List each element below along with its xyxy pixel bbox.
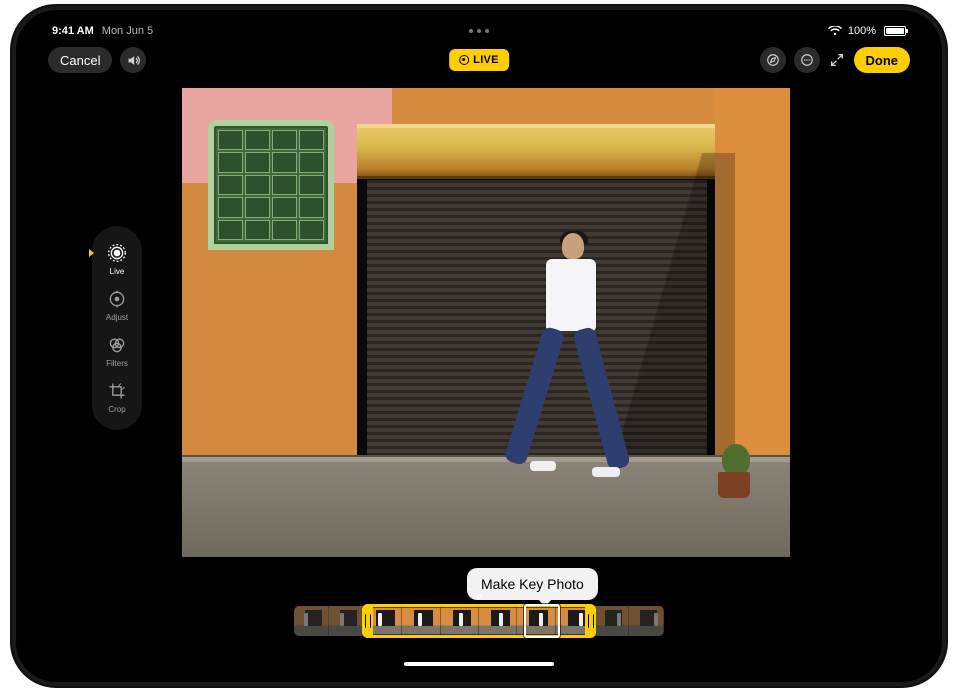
adjust-tool-icon [106,288,128,310]
fullscreen-button[interactable] [828,51,846,69]
tool-adjust-label: Adjust [106,313,128,322]
tool-filters-label: Filters [106,359,128,368]
status-right: 100% [828,25,906,37]
status-date: Mon Jun 5 [102,25,153,37]
crop-tool-icon [106,380,128,402]
tool-crop-label: Crop [108,405,125,414]
more-button[interactable] [794,47,820,73]
status-bar: 9:41 AM Mon Jun 5 100% [38,20,920,42]
frames-trimmed-right [594,606,664,636]
screen: 9:41 AM Mon Jun 5 100% Cancel [38,20,920,672]
status-time: 9:41 AM [52,25,94,37]
ipad-frame: 9:41 AM Mon Jun 5 100% Cancel [10,4,948,688]
done-button[interactable]: Done [854,47,911,73]
frames-trimmed-left [294,606,364,636]
tool-crop[interactable]: Crop [92,380,142,414]
live-tool-icon [106,242,128,264]
edit-tool-rail: Live Adjust Filters Crop [92,226,142,430]
tool-live[interactable]: Live [92,242,142,276]
make-key-photo-button[interactable]: Make Key Photo [467,568,598,600]
frames-selected-range[interactable] [364,606,594,636]
cancel-button[interactable]: Cancel [48,47,112,73]
battery-icon [882,26,906,36]
trim-handle-left[interactable] [362,604,373,638]
home-indicator[interactable] [404,662,554,666]
live-badge-label: LIVE [473,54,499,66]
filters-tool-icon [106,334,128,356]
person [520,233,615,485]
live-photo-badge[interactable]: LIVE [449,49,509,71]
photo-preview[interactable] [182,88,790,557]
scrubber-dot-indicator [477,594,481,598]
volume-button[interactable] [120,47,146,73]
trim-handle-right[interactable] [585,604,596,638]
live-photo-frame-viewer [294,604,664,638]
status-left: 9:41 AM Mon Jun 5 [52,25,153,37]
live-icon [459,55,469,65]
multitask-indicator[interactable] [469,29,489,33]
battery-percent: 100% [848,25,876,37]
wifi-icon [828,26,842,36]
edit-toolbar: Cancel LIVE [38,44,920,76]
window-grille [208,120,334,250]
key-frame-selector[interactable] [524,604,560,638]
markup-button[interactable] [760,47,786,73]
tool-filters[interactable]: Filters [92,334,142,368]
tool-adjust[interactable]: Adjust [92,288,142,322]
tool-live-label: Live [110,267,125,276]
